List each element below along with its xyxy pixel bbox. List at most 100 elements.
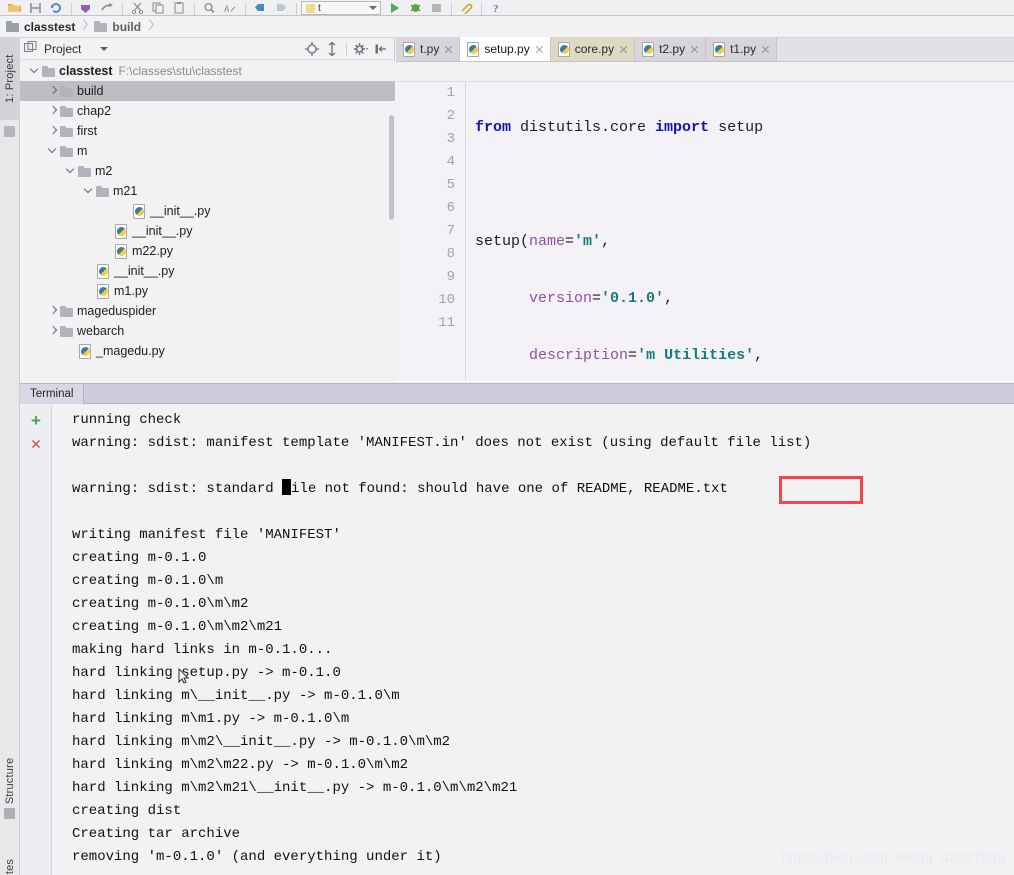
tree-row-m21[interactable]: m21 <box>20 181 395 201</box>
toolbar-divider-4 <box>245 3 246 15</box>
tree-row-chap2[interactable]: chap2 <box>20 101 395 121</box>
close-icon[interactable] <box>760 44 771 55</box>
main-toolbar: A t ? <box>0 0 1014 16</box>
code-editor[interactable]: 1 2 3 4 5 6 7 8 9 10 11 from distutils.core import… <box>396 82 1014 381</box>
terminal-output[interactable]: running check warning: sdist: manifest te… <box>52 405 1014 875</box>
tree-no-arrow <box>82 281 96 301</box>
code-line: setup(name='m', <box>475 233 611 250</box>
breadcrumb-separator-icon <box>146 16 154 38</box>
python-file-icon <box>96 264 111 279</box>
tree-row-initpy[interactable]: __init__.py <box>20 261 395 281</box>
python-file-icon <box>557 42 572 57</box>
close-session-icon[interactable]: ✕ <box>28 437 44 454</box>
project-tree[interactable]: classtest F:\classes\stu\classtest build ch… <box>20 61 395 382</box>
chevron-right-icon[interactable] <box>46 121 60 141</box>
terminal-body[interactable]: + ✕ running check warning: sdist: manifes… <box>20 405 1014 875</box>
folder-icon <box>78 165 92 177</box>
sync-icon[interactable] <box>46 1 66 15</box>
open-folder-icon[interactable] <box>4 1 24 15</box>
close-icon[interactable] <box>689 44 700 55</box>
new-session-icon[interactable]: + <box>28 414 44 431</box>
hide-panel-icon[interactable] <box>372 40 390 58</box>
line-number: 8 <box>446 246 455 262</box>
editor-tab-setup-py[interactable]: setup.py <box>460 37 551 61</box>
sidebar-item-favorites[interactable]: orites <box>0 843 20 875</box>
line-number: 11 <box>438 315 455 331</box>
cut-icon[interactable] <box>127 1 147 15</box>
help-icon[interactable]: ? <box>486 1 506 15</box>
project-window-icon <box>24 40 38 57</box>
debug-icon[interactable] <box>405 1 425 15</box>
terminal-line: warning: sdist: manifest template 'MANIF… <box>72 435 812 451</box>
tree-row-m[interactable]: m <box>20 141 395 161</box>
copy-icon[interactable] <box>148 1 168 15</box>
structure-icon[interactable] <box>4 808 15 819</box>
sidebar-item-structure[interactable]: 2: Structure <box>0 738 20 836</box>
chevron-down-icon[interactable] <box>99 44 109 54</box>
breadcrumb-label: build <box>112 19 142 34</box>
tree-row-build[interactable]: build <box>20 81 395 101</box>
undo-icon[interactable] <box>76 1 96 15</box>
tool-tab-label: orites <box>4 858 16 875</box>
paste-icon[interactable] <box>169 1 189 15</box>
chevron-down-icon[interactable] <box>46 141 60 161</box>
tree-row-m22py[interactable]: m22.py <box>20 241 395 261</box>
editor-tab-t-py[interactable]: t.py <box>396 37 461 61</box>
tree-row-initpy[interactable]: __init__.py <box>20 221 395 241</box>
editor-scrollbar[interactable] <box>1004 82 1014 381</box>
toolbar-divider-3 <box>194 3 195 15</box>
locate-target-icon[interactable] <box>303 40 321 58</box>
chevron-down-icon[interactable] <box>64 161 78 181</box>
replace-icon[interactable]: A <box>220 1 240 15</box>
close-icon[interactable] <box>534 44 545 55</box>
redo-icon[interactable] <box>97 1 117 15</box>
code-content[interactable]: from distutils.core import setup setup(n… <box>467 82 1014 381</box>
forward-icon[interactable] <box>271 1 291 15</box>
tree-row-classtest[interactable]: classtest F:\classes\stu\classtest <box>20 61 395 81</box>
stop-icon[interactable] <box>426 1 446 15</box>
tree-scrollbar[interactable] <box>389 115 394 220</box>
code-line: description='m Utilities', <box>529 347 764 364</box>
chevron-down-icon[interactable] <box>82 181 96 201</box>
tree-row-m2[interactable]: m2 <box>20 161 395 181</box>
tree-row-label: webarch <box>77 324 125 338</box>
tab-terminal[interactable]: Terminal <box>20 383 85 404</box>
settings-gear-icon[interactable] <box>352 40 370 58</box>
breadcrumb-item-build[interactable]: build <box>88 16 144 38</box>
breadcrumb-item-classtest[interactable]: classtest <box>0 16 78 38</box>
expand-collapse-icon[interactable] <box>323 40 341 58</box>
tree-row-label: first <box>77 124 98 138</box>
tree-row-magedupy[interactable]: _magedu.py <box>20 341 395 361</box>
close-icon[interactable] <box>618 44 629 55</box>
favorites-icon[interactable] <box>4 126 15 137</box>
close-icon[interactable] <box>443 44 454 55</box>
chevron-right-icon[interactable] <box>46 301 60 321</box>
save-icon[interactable] <box>25 1 45 15</box>
python-file-icon <box>132 204 147 219</box>
chevron-right-icon[interactable] <box>46 321 60 341</box>
find-icon[interactable] <box>199 1 219 15</box>
tree-row-m1py[interactable]: m1.py <box>20 281 395 301</box>
folder-icon <box>6 21 20 32</box>
tree-row-first[interactable]: first <box>20 121 395 141</box>
toolbar-divider <box>71 3 72 15</box>
tree-row-label: __init__.py <box>150 204 211 218</box>
chevron-right-icon[interactable] <box>46 101 60 121</box>
editor-tab-t2-py[interactable]: t2.py <box>635 37 707 61</box>
editor-tab-core-py[interactable]: core.py <box>550 37 636 61</box>
back-icon[interactable] <box>250 1 270 15</box>
tree-row-initpy[interactable]: __init__.py <box>20 201 395 221</box>
tree-row-webarch[interactable]: webarch <box>20 321 395 341</box>
run-configuration-selector[interactable]: t <box>301 1 381 15</box>
attach-icon[interactable] <box>456 1 476 15</box>
sidebar-item-project[interactable]: 1: Project <box>0 38 20 120</box>
project-tool-window: Project classtest F:\classes\stu\classte… <box>20 38 395 382</box>
tree-row-mageduspider[interactable]: mageduspider <box>20 301 395 321</box>
chevron-right-icon[interactable] <box>46 81 60 101</box>
line-number: 5 <box>446 177 455 193</box>
chevron-down-icon[interactable] <box>28 61 42 81</box>
editor-area: t.py setup.py core.py t2.py t1.py 1234567891… <box>396 37 1014 382</box>
editor-tab-t1-py[interactable]: t1.py <box>706 37 778 61</box>
editor-tab-bar: t.py setup.py core.py t2.py t1.py <box>396 37 1014 62</box>
run-icon[interactable] <box>384 1 404 15</box>
